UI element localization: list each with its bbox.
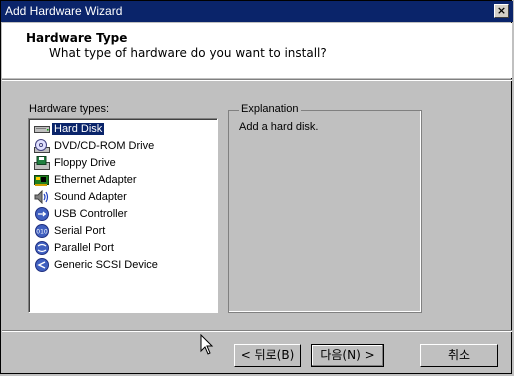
- list-item-dvd-cdrom[interactable]: DVD/CD-ROM Drive: [34, 138, 156, 154]
- mouse-cursor-icon: [200, 334, 214, 355]
- title-bar[interactable]: Add Hardware Wizard ×: [1, 1, 513, 22]
- usb-icon: [35, 207, 49, 221]
- list-item-usb[interactable]: USB Controller: [34, 206, 129, 222]
- list-item-serial[interactable]: 010 Serial Port: [34, 223, 107, 239]
- list-item-label: Parallel Port: [54, 242, 114, 254]
- wizard-header: Hardware Type What type of hardware do y…: [2, 23, 512, 78]
- wizard-window: Add Hardware Wizard × Hardware Type What…: [0, 0, 513, 374]
- svg-text:010: 010: [36, 229, 48, 236]
- explanation-text: Add a hard disk.: [239, 121, 319, 133]
- list-item-label: DVD/CD-ROM Drive: [54, 140, 155, 152]
- explanation-groupbox: [228, 110, 422, 313]
- cancel-button[interactable]: 취소: [420, 344, 498, 367]
- explanation-legend: Explanation: [239, 103, 301, 115]
- hard-disk-icon: [34, 126, 50, 133]
- list-item-label: USB Controller: [54, 208, 128, 220]
- ethernet-icon: [34, 175, 49, 186]
- hardware-types-label: Hardware types:: [29, 103, 110, 115]
- close-button[interactable]: ×: [494, 4, 509, 18]
- close-icon: ×: [496, 4, 507, 17]
- list-item-label: Serial Port: [54, 225, 106, 237]
- cdrom-icon: [34, 139, 50, 153]
- list-item-ethernet[interactable]: Ethernet Adapter: [34, 172, 139, 188]
- list-item-hard-disk[interactable]: Hard Disk: [34, 121, 106, 137]
- page-subtitle: What type of hardware do you want to ins…: [49, 46, 327, 60]
- list-item-scsi[interactable]: Generic SCSI Device: [34, 257, 160, 273]
- list-item-sound[interactable]: Sound Adapter: [34, 189, 129, 205]
- list-item-label: Floppy Drive: [54, 157, 116, 169]
- list-item-label: Ethernet Adapter: [54, 174, 137, 186]
- list-item-label: Sound Adapter: [54, 191, 127, 203]
- list-item-floppy[interactable]: Floppy Drive: [34, 155, 118, 171]
- list-item-label: Hard Disk: [50, 122, 106, 136]
- parallel-port-icon: [35, 241, 49, 255]
- listbox-frame: Hard Disk DVD/CD-ROM Drive Floppy Drive …: [29, 119, 217, 312]
- back-button[interactable]: < 뒤로(B): [234, 344, 301, 367]
- list-item-parallel[interactable]: Parallel Port: [34, 240, 116, 256]
- scsi-icon: [35, 258, 49, 272]
- header-divider-highlight: [2, 80, 512, 81]
- page-title: Hardware Type: [26, 31, 128, 45]
- window-title: Add Hardware Wizard: [5, 4, 123, 18]
- footer-divider-highlight: [2, 331, 512, 332]
- serial-port-icon: 010: [35, 224, 49, 238]
- speaker-icon: [34, 190, 49, 204]
- next-button[interactable]: 다음(N) >: [311, 344, 384, 367]
- hardware-types-listbox[interactable]: Hard Disk DVD/CD-ROM Drive Floppy Drive …: [28, 118, 218, 313]
- floppy-icon: [34, 156, 50, 170]
- list-item-label: Generic SCSI Device: [54, 259, 158, 271]
